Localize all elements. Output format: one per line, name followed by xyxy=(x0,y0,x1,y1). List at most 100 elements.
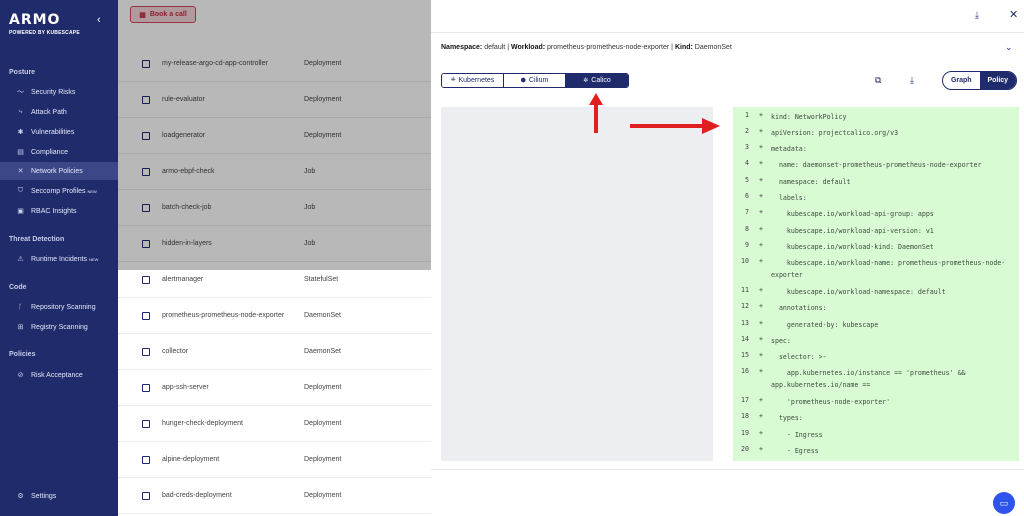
table-row[interactable]: bad-creds-deployment Deployment xyxy=(118,478,431,514)
row-name: prometheus-prometheus-node-exporter xyxy=(162,312,285,319)
collapse-sidebar-icon[interactable]: ‹ xyxy=(97,14,101,26)
line-text: kubescape.io/workload-namespace: default xyxy=(771,288,946,296)
row-kind: Job xyxy=(304,204,316,211)
gear-icon: ⚙ xyxy=(17,493,24,500)
sidebar-item-seccomp-profiles[interactable]: ⛉ Seccomp Profiles NEW xyxy=(0,182,118,200)
panel-topbar: ⤓ ✕ xyxy=(431,0,1024,33)
added-marker: + xyxy=(759,143,763,151)
tab-label: Calico xyxy=(591,77,611,84)
table-row[interactable]: hidden-in-layers Job xyxy=(118,226,431,262)
row-checkbox[interactable] xyxy=(142,167,150,176)
table-row[interactable]: alpine-deployment Deployment xyxy=(118,442,431,478)
kubernetes-icon: ⎈ xyxy=(450,77,456,83)
sidebar-item-risk-acceptance[interactable]: ⊘ Risk Acceptance xyxy=(0,366,118,384)
rbac-icon: ▣ xyxy=(17,208,24,215)
line-number: 10 xyxy=(741,257,749,265)
table-row[interactable]: hunger-check-deployment Deployment xyxy=(118,406,431,442)
copy-icon[interactable]: ⧉ xyxy=(875,75,881,86)
armo-logo[interactable]: ARMO xyxy=(9,12,60,28)
row-checkbox[interactable] xyxy=(142,239,150,248)
row-checkbox[interactable] xyxy=(142,131,150,140)
added-marker: + xyxy=(759,241,763,249)
graph-toggle-button[interactable]: Graph xyxy=(943,72,980,89)
added-marker: + xyxy=(759,286,763,294)
sidebar-item-label: Seccomp Profiles xyxy=(31,187,86,195)
sidebar-item-security-risks[interactable]: 〜 Security Risks xyxy=(0,83,118,101)
calico-icon: ✲ xyxy=(583,78,589,84)
line-text: kubescape.io/workload-name: prometheus-p… xyxy=(771,259,1006,279)
network-icon: ✕ xyxy=(17,168,24,175)
row-checkbox[interactable] xyxy=(142,383,150,392)
row-name: armo-ebpf-check xyxy=(162,168,215,175)
tab-label: Cilium xyxy=(528,77,549,84)
section-posture: Posture xyxy=(9,69,36,76)
close-icon[interactable]: ✕ xyxy=(1009,8,1018,21)
table-row[interactable]: batch-check-job Job xyxy=(118,190,431,226)
separator: | xyxy=(507,44,510,51)
download-icon[interactable]: ⤓ xyxy=(910,75,914,86)
table-row[interactable]: my-release-argo-cd-app-controller Deploym… xyxy=(118,46,431,82)
added-marker: + xyxy=(759,176,763,184)
line-text: kubescape.io/workload-api-group: apps xyxy=(771,210,934,218)
table-row[interactable]: prometheus-prometheus-node-exporter Daemo… xyxy=(118,298,431,334)
shield-icon: ⛉ xyxy=(17,187,24,194)
policy-panel: ⤓ ✕ Namespace: default | Workload: prome… xyxy=(431,0,1024,516)
table-row[interactable]: alertmanager StatefulSet xyxy=(118,262,431,298)
row-checkbox[interactable] xyxy=(142,275,150,284)
divider xyxy=(431,469,1024,470)
sidebar-item-runtime-incidents[interactable]: ⚠ Runtime Incidents NEW xyxy=(0,250,118,268)
sidebar-item-label: Compliance xyxy=(31,148,68,156)
sidebar-item-rbac-insights[interactable]: ▣ RBAC Insights xyxy=(0,202,118,220)
row-kind: Deployment xyxy=(304,420,342,427)
kind-label: Kind: xyxy=(674,44,693,51)
row-checkbox[interactable] xyxy=(142,59,150,68)
row-kind: Deployment xyxy=(304,96,342,103)
line-number: 2 xyxy=(745,127,749,135)
line-text: kind: NetworkPolicy xyxy=(771,113,847,121)
table-row[interactable]: rule-evaluator Deployment xyxy=(118,82,431,118)
line-number: 4 xyxy=(745,159,749,167)
table-row[interactable]: armo-ebpf-check Job xyxy=(118,154,431,190)
row-kind: Job xyxy=(304,168,316,175)
added-marker: + xyxy=(759,159,763,167)
tab-calico[interactable]: ✲ Calico xyxy=(566,74,628,87)
row-checkbox[interactable] xyxy=(142,95,150,104)
row-checkbox[interactable] xyxy=(142,311,150,320)
sidebar-item-settings[interactable]: ⚙ Settings xyxy=(0,487,118,505)
tab-cilium[interactable]: ⬢ Cilium xyxy=(504,74,566,87)
row-checkbox[interactable] xyxy=(142,419,150,428)
row-kind: DaemonSet xyxy=(304,312,341,319)
tab-kubernetes[interactable]: ⎈ Kubernetes xyxy=(442,74,504,87)
added-marker: + xyxy=(759,111,763,119)
line-text: selector: >- xyxy=(771,353,827,361)
table-row[interactable]: app-ssh-server Deployment xyxy=(118,370,431,406)
download-icon[interactable]: ⤓ xyxy=(975,10,979,21)
sidebar-item-label: Security Risks xyxy=(31,88,76,96)
sidebar-item-label: Runtime Incidents xyxy=(31,255,88,263)
chat-support-button[interactable]: ▭ xyxy=(993,492,1015,514)
doc-icon: ▤ xyxy=(17,149,24,156)
row-checkbox[interactable] xyxy=(142,203,150,212)
line-text: 'prometheus-node-exporter' xyxy=(771,398,891,406)
table-row[interactable]: collector DaemonSet xyxy=(118,334,431,370)
line-number: 18 xyxy=(741,412,749,420)
row-checkbox[interactable] xyxy=(142,455,150,464)
policy-yaml-view[interactable]: 1 + kind: NetworkPolicy 2 + apiVersion: proje… xyxy=(733,107,1019,461)
sidebar-item-compliance[interactable]: ▤ Compliance xyxy=(0,143,118,161)
sidebar-item-label: Registry Scanning xyxy=(31,323,88,331)
table-row[interactable]: loadgenerator Deployment xyxy=(118,118,431,154)
sidebar-item-attack-path[interactable]: ⤷ Attack Path xyxy=(0,103,118,121)
sidebar-item-registry-scanning[interactable]: ⊞ Registry Scanning xyxy=(0,318,118,336)
book-call-button[interactable]: ▦ Book a call xyxy=(130,6,196,23)
row-checkbox[interactable] xyxy=(142,491,150,500)
sidebar-item-vulnerabilities[interactable]: ✱ Vulnerabilities xyxy=(0,123,118,141)
chevron-down-icon[interactable]: ⌄ xyxy=(1005,42,1013,53)
policy-toggle-button[interactable]: Policy xyxy=(979,72,1016,89)
line-text: - Ingress xyxy=(771,431,823,439)
line-number: 11 xyxy=(741,286,749,294)
row-checkbox[interactable] xyxy=(142,347,150,356)
sidebar-item-network-policies[interactable]: ✕ Network Policies xyxy=(0,162,118,180)
sidebar-item-label: Risk Acceptance xyxy=(31,371,83,379)
sidebar-item-repository-scanning[interactable]: ᚴ Repository Scanning xyxy=(0,298,118,316)
line-text: types: xyxy=(771,414,803,422)
